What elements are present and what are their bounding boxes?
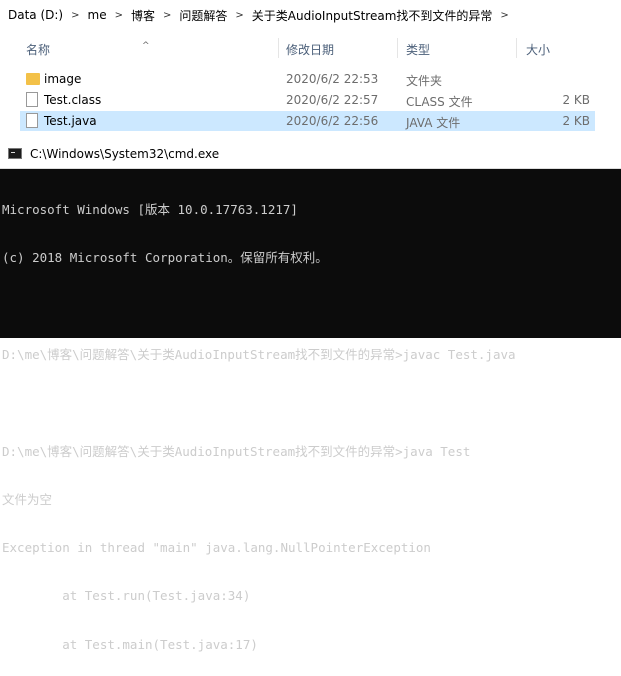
file-type: CLASS 文件 — [406, 95, 473, 109]
file-size: 2 KB — [562, 114, 590, 128]
file-explorer: Data (D:) > me > 博客 > 问题解答 > 关于类AudioInp… — [0, 0, 621, 140]
column-header-name[interactable]: 名称 — [26, 41, 50, 58]
column-divider[interactable] — [397, 38, 398, 58]
chevron-right-icon: > — [71, 9, 80, 21]
file-name: Test.java — [44, 114, 97, 128]
window-title-bar[interactable]: C:\Windows\System32\cmd.exe — [0, 140, 621, 169]
file-date: 2020/6/2 22:56 — [286, 114, 379, 128]
breadcrumb[interactable]: Data (D:) > me > 博客 > 问题解答 > 关于类AudioInp… — [8, 4, 608, 26]
file-name: Test.class — [44, 93, 102, 107]
column-divider[interactable] — [278, 38, 279, 58]
file-row-selected[interactable]: Test.java 2020/6/2 22:56 JAVA 文件 2 KB — [20, 111, 595, 131]
file-icon — [26, 92, 38, 107]
console-line: Exception in thread "main" java.lang.Nul… — [2, 540, 431, 556]
file-type: JAVA 文件 — [406, 116, 461, 130]
file-name: image — [44, 72, 82, 86]
file-type: 文件夹 — [406, 74, 443, 88]
chevron-right-icon: > — [114, 9, 123, 21]
console-line: (c) 2018 Microsoft Corporation。保留所有权利。 — [2, 250, 328, 266]
file-date: 2020/6/2 22:57 — [286, 93, 379, 107]
column-header-size[interactable]: 大小 — [526, 41, 550, 58]
console-line: 文件为空 — [2, 491, 53, 507]
breadcrumb-item[interactable]: 关于类AudioInputStream找不到文件的异常 — [252, 7, 493, 24]
column-header-type[interactable]: 类型 — [406, 41, 430, 58]
console-icon — [8, 148, 22, 159]
file-size: 2 KB — [562, 93, 590, 107]
console-output[interactable]: Microsoft Windows [版本 10.0.17763.1217] (… — [2, 170, 619, 676]
console-line: at Test.run(Test.java:34) — [2, 588, 251, 604]
column-header-bar: ^ 名称 修改日期 类型 大小 — [0, 36, 621, 60]
folder-icon — [26, 73, 40, 85]
chevron-right-icon[interactable]: > — [500, 10, 508, 21]
breadcrumb-item[interactable]: 问题解答 — [179, 7, 227, 24]
sort-up-icon: ^ — [142, 41, 150, 51]
column-header-date[interactable]: 修改日期 — [286, 41, 334, 58]
chevron-right-icon: > — [235, 9, 244, 21]
console-line: at Test.main(Test.java:17) — [2, 636, 258, 652]
breadcrumb-item[interactable]: me — [88, 8, 107, 22]
console-line: Microsoft Windows [版本 10.0.17763.1217] — [2, 202, 298, 218]
chevron-right-icon: > — [163, 9, 172, 21]
breadcrumb-item[interactable]: Data (D:) — [8, 8, 63, 22]
file-icon — [26, 113, 38, 128]
breadcrumb-item[interactable]: 博客 — [131, 7, 155, 24]
file-date: 2020/6/2 22:53 — [286, 72, 379, 86]
file-row[interactable]: image 2020/6/2 22:53 文件夹 — [20, 69, 595, 89]
file-row[interactable]: Test.class 2020/6/2 22:57 CLASS 文件 2 KB — [20, 90, 595, 110]
window-title: C:\Windows\System32\cmd.exe — [30, 147, 220, 161]
cmd-window[interactable]: C:\Windows\System32\cmd.exe Microsoft Wi… — [0, 140, 621, 652]
column-divider[interactable] — [516, 38, 517, 58]
console-line: D:\me\博客\问题解答\关于类AudioInputStream找不到文件的异… — [2, 347, 516, 363]
console-line: D:\me\博客\问题解答\关于类AudioInputStream找不到文件的异… — [2, 443, 471, 459]
